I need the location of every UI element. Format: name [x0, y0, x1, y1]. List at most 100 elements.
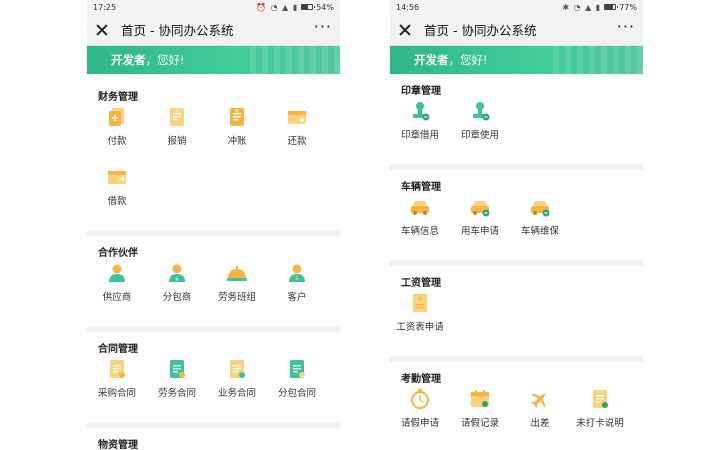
- tile-label: 请假申请: [400, 418, 439, 429]
- welcome-banner: 开发者 ，您好!: [390, 46, 643, 74]
- module-tile[interactable]: 业务合同: [207, 354, 267, 414]
- tile-label: 冲账: [227, 136, 247, 147]
- module-tile[interactable]: 请假申请: [390, 384, 450, 444]
- module-tile[interactable]: 车辆维保: [510, 192, 570, 252]
- more-menu-button[interactable]: ···: [617, 18, 635, 38]
- customer-icon: [286, 262, 308, 284]
- module-sections: 印章管理印章借用 印章使用车辆管理车辆信息 用车申请 车辆维保工资管理 ¥ 工资表申请考勤…: [390, 74, 643, 450]
- tile-label: 请假记录: [460, 418, 499, 429]
- user-name: 开发者: [414, 53, 449, 67]
- payment-icon: [106, 106, 128, 128]
- status-bar: 17:25 ⏰ ◔ ▲ ▮ 54%: [87, 0, 340, 14]
- tile-label: 业务合同: [217, 388, 256, 399]
- module-tile[interactable]: 付款: [87, 102, 147, 162]
- vehicle-maintain-icon: [529, 196, 551, 218]
- module-tile[interactable]: ¥ 分包商: [147, 258, 207, 318]
- section-title: 合作伙伴: [98, 248, 138, 259]
- module-tile[interactable]: ¥ 工资表申请: [390, 288, 450, 348]
- module-sections: 财务管理 付款 ¥ 报销 ¥ 冲账 还款 借款 合作伙伴 供应商 ¥ 分包商 劳务班组 客户 合同管理 采购合…: [87, 80, 340, 450]
- module-section: 考勤管理请假申请 请假记录 出差 未打卡说明: [390, 362, 643, 450]
- tile-label: 采购合同: [97, 388, 136, 399]
- salary-sheet-icon: ¥: [409, 292, 431, 314]
- module-section: 工资管理 ¥ 工资表申请: [390, 266, 643, 362]
- module-grid: 印章借用 印章使用: [390, 96, 643, 156]
- module-tile[interactable]: 劳务合同: [147, 354, 207, 414]
- reimburse-icon: ¥: [166, 106, 188, 128]
- section-title: 工资管理: [401, 278, 441, 289]
- tile-label: 车辆维保: [520, 226, 559, 237]
- status-time: 14:56: [396, 2, 420, 12]
- tile-label: 还款: [287, 136, 307, 147]
- module-tile[interactable]: 还款: [267, 102, 327, 162]
- signal-wifi-icons: ⏰ ◔ ▲ ▮: [256, 2, 299, 12]
- module-section: 印章管理印章借用 印章使用: [390, 74, 643, 170]
- page-title: 首页 - 协同办公系统: [121, 23, 234, 38]
- signal-wifi-icons: ✱ ◔ ▲ ▮: [562, 2, 602, 12]
- tile-label: 车辆信息: [400, 226, 439, 237]
- module-tile[interactable]: 出差: [510, 384, 570, 444]
- section-title: 物资管理: [98, 440, 138, 450]
- leave-record-icon: [469, 388, 491, 410]
- phone-screen-right: 14:56 ✱ ◔ ▲ ▮ 77% 首页 - 协同办公系统 ··· 开发者 ，您…: [390, 0, 643, 450]
- module-grid: 供应商 ¥ 分包商 劳务班组 客户: [87, 258, 340, 318]
- module-section: 合作伙伴 供应商 ¥ 分包商 劳务班组 客户: [87, 236, 340, 332]
- module-tile[interactable]: 印章借用: [390, 96, 450, 156]
- section-title: 印章管理: [401, 86, 441, 97]
- welcome-banner: 开发者 ，您好!: [87, 46, 340, 74]
- labor-contract-icon: [166, 358, 188, 380]
- subcontractor-icon: ¥: [166, 262, 188, 284]
- sub-contract-icon: [286, 358, 308, 380]
- tile-label: 印章借用: [400, 130, 439, 141]
- section-title: 考勤管理: [401, 374, 441, 385]
- module-grid: ¥ 工资表申请: [390, 288, 643, 348]
- module-tile[interactable]: 分包合同: [267, 354, 327, 414]
- phone-screen-left: 17:25 ⏰ ◔ ▲ ▮ 54% 首页 - 协同办公系统 ··· 开发者 ，您…: [87, 0, 340, 450]
- vehicle-info-icon: [409, 196, 431, 218]
- borrow-icon: [106, 166, 128, 188]
- module-tile[interactable]: 劳务班组: [207, 258, 267, 318]
- battery-icon: [301, 4, 316, 10]
- tile-label: 工资表申请: [396, 322, 444, 333]
- user-name: 开发者: [111, 53, 146, 67]
- tile-label: 分包合同: [277, 388, 316, 399]
- tile-label: 劳务班组: [217, 292, 256, 303]
- seal-use-icon: [469, 100, 491, 122]
- tile-label: 客户: [287, 292, 307, 303]
- module-tile[interactable]: 用车申请: [450, 192, 510, 252]
- svg-text:¥: ¥: [175, 277, 178, 283]
- status-bar: 14:56 ✱ ◔ ▲ ▮ 77%: [390, 0, 643, 14]
- business-trip-icon: [529, 388, 551, 410]
- module-section: 车辆管理车辆信息 用车申请 车辆维保: [390, 170, 643, 266]
- leave-apply-icon: [409, 388, 431, 410]
- svg-text:¥: ¥: [418, 296, 422, 303]
- tile-label: 报销: [167, 136, 187, 147]
- tile-label: 付款: [107, 136, 127, 147]
- module-tile[interactable]: ¥ 冲账: [207, 102, 267, 162]
- module-tile[interactable]: 请假记录: [450, 384, 510, 444]
- business-contract-icon: [226, 358, 248, 380]
- labor-team-icon: [226, 262, 248, 284]
- tile-label: 出差: [530, 418, 550, 429]
- battery-percent: 77%: [619, 2, 637, 12]
- tile-label: 劳务合同: [157, 388, 196, 399]
- section-title: 财务管理: [98, 92, 138, 103]
- more-menu-button[interactable]: ···: [314, 18, 332, 38]
- tile-label: 借款: [107, 196, 127, 207]
- tile-label: 印章使用: [460, 130, 499, 141]
- repay-icon: [286, 106, 308, 128]
- module-tile[interactable]: 采购合同: [87, 354, 147, 414]
- close-icon[interactable]: [95, 23, 109, 37]
- module-tile[interactable]: ¥ 报销: [147, 102, 207, 162]
- module-section: 合同管理采购合同 劳务合同 业务合同 分包合同: [87, 332, 340, 428]
- missed-punch-icon: [589, 388, 611, 410]
- module-tile[interactable]: 未打卡说明: [570, 384, 630, 444]
- module-tile[interactable]: 印章使用: [450, 96, 510, 156]
- module-tile[interactable]: 借款: [87, 162, 147, 222]
- module-tile[interactable]: 车辆信息: [390, 192, 450, 252]
- section-title: 车辆管理: [401, 182, 441, 193]
- module-tile[interactable]: 客户: [267, 258, 327, 318]
- section-title: 合同管理: [98, 344, 138, 355]
- module-tile[interactable]: 供应商: [87, 258, 147, 318]
- svg-text:¥: ¥: [175, 109, 178, 115]
- close-icon[interactable]: [398, 23, 412, 37]
